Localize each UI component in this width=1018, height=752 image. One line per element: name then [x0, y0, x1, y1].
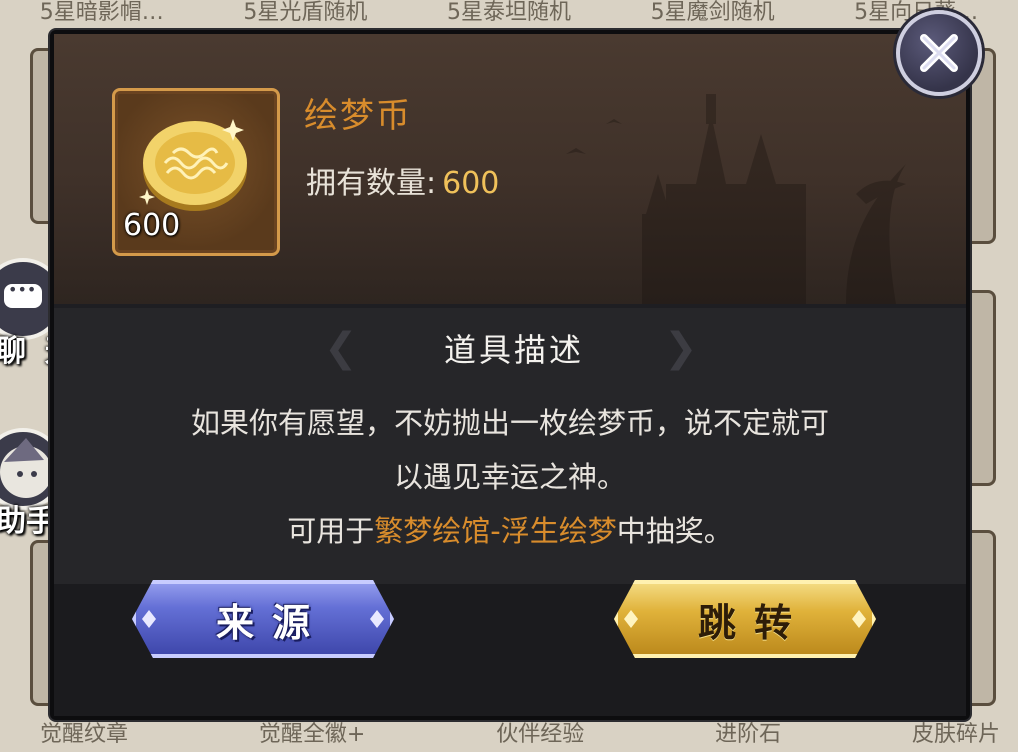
owned-quantity: 拥有数量: 600: [306, 158, 499, 202]
close-icon: [920, 34, 958, 72]
description-suffix: 中抽奖。: [616, 514, 733, 548]
bg-tab[interactable]: 5星暗影帽…: [40, 0, 164, 25]
chat-icon: [4, 280, 42, 308]
bg-bottom-tab[interactable]: 觉醒全徽+: [259, 716, 365, 752]
bg-tab[interactable]: 5星泰坦随机: [447, 0, 571, 25]
item-name: 绘梦币: [304, 96, 412, 136]
jump-button[interactable]: 跳转: [614, 580, 876, 658]
jump-button-label: 跳转: [697, 600, 810, 645]
popup-header: 600 绘梦币 拥有数量: 600: [54, 34, 966, 304]
description-line: 如果你有愿望，不妨抛出一枚绘梦币，说不定就可: [190, 406, 829, 440]
description-text: 如果你有愿望，不妨抛出一枚绘梦币，说不定就可 以遇见幸运之神。 可用于繁梦绘馆-…: [114, 396, 906, 558]
description-title-bar: ❮ 道具描述 ❯: [324, 320, 704, 376]
item-count-badge: 600: [123, 208, 181, 243]
source-button-label: 来源: [215, 600, 328, 645]
owned-quantity-label: 拥有数量:: [306, 166, 437, 201]
bg-tab[interactable]: 5星魔剑随机: [651, 0, 775, 25]
bg-bottom-tab[interactable]: 觉醒纹章: [40, 716, 128, 752]
item-icon-frame: 600: [112, 88, 280, 256]
close-button[interactable]: [896, 10, 982, 96]
helper-label: 助手: [0, 504, 56, 539]
source-button[interactable]: 来源: [132, 580, 394, 658]
background-tab-row: 5星暗影帽… 5星光盾随机 5星泰坦随机 5星魔剑随机 5星向日葵…: [0, 0, 1018, 25]
bg-bottom-tab[interactable]: 皮肤碎片: [912, 716, 1000, 752]
description-section: ❮ 道具描述 ❯ 如果你有愿望，不妨抛出一枚绘梦币，说不定就可 以遇见幸运之神。…: [54, 308, 966, 584]
ornament-right-icon: ❯: [664, 325, 698, 371]
bg-bottom-tab[interactable]: 进阶石: [715, 716, 781, 752]
owned-quantity-value: 600: [442, 166, 500, 201]
description-prefix: 可用于: [287, 514, 375, 548]
castle-backdrop: [566, 94, 906, 304]
background-bottom-row: 觉醒纹章 觉醒全徽+ 伙伴经验 进阶石 皮肤碎片: [40, 716, 1000, 752]
dream-coin-icon: [139, 119, 247, 211]
bg-tab[interactable]: 5星光盾随机: [243, 0, 367, 25]
ornament-left-icon: ❮: [324, 325, 358, 371]
description-highlight: 繁梦绘馆-浮生绘梦: [374, 514, 617, 548]
bg-bottom-tab[interactable]: 伙伴经验: [496, 716, 584, 752]
description-line: 可用于繁梦绘馆-浮生绘梦中抽奖。: [114, 504, 906, 558]
description-line: 以遇见幸运之神。: [393, 460, 626, 494]
description-title: 道具描述: [443, 331, 584, 369]
